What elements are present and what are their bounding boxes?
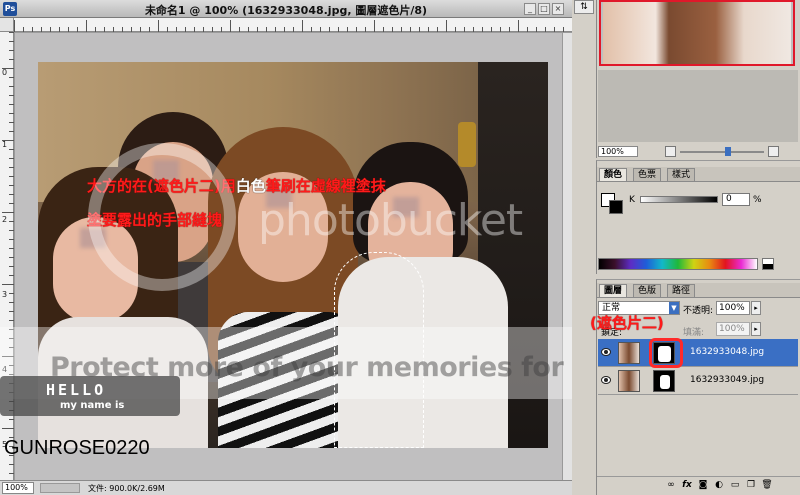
k-channel-field[interactable]: 0 [722, 193, 750, 206]
panel-options-icon[interactable]: ⇅ [574, 0, 594, 14]
k-channel-slider[interactable] [640, 196, 718, 203]
horizontal-ruler-ticks [14, 20, 564, 32]
instruction-red-text: 筆刷在虛線裡塗抹 [265, 177, 386, 195]
mask-highlight-circle [649, 338, 683, 368]
layer-name: 1632933049.jpg [690, 375, 765, 385]
trash-icon[interactable]: 🗑 [761, 479, 773, 491]
navigator-view-box[interactable] [599, 0, 795, 66]
ruler-label: 0 [2, 68, 8, 77]
chevron-down-icon[interactable]: ▼ [669, 302, 679, 314]
ruler-label: 2 [2, 215, 8, 224]
eye-icon[interactable] [601, 376, 611, 384]
link-icon[interactable]: ∞ [665, 479, 677, 491]
tab-styles[interactable]: 樣式 [667, 168, 696, 181]
status-bar: 100% 文件: 900.0K/2.69M [0, 480, 572, 495]
opacity-field[interactable]: 100% [716, 301, 750, 315]
photo-bag [458, 122, 476, 167]
instruction-white-text: 白色 [235, 177, 266, 195]
ruler-label: 1 [2, 140, 8, 149]
tab-layers[interactable]: 圖層 [599, 284, 628, 297]
tab-color[interactable]: 顏色 [599, 168, 628, 181]
layer-row[interactable]: 1632933048.jpg [598, 339, 798, 367]
eye-icon[interactable] [601, 348, 611, 356]
tab-channels[interactable]: 色版 [633, 284, 662, 297]
k-channel-label: K [629, 195, 635, 205]
layers-panel-tabs: 圖層 色版 路徑 [597, 283, 800, 298]
mask-shape [660, 375, 670, 389]
watermark-logo-icon [88, 143, 236, 291]
zoom-field[interactable]: 100% [2, 482, 34, 494]
opacity-label: 不透明: [683, 306, 714, 316]
adjustment-icon[interactable]: ◐ [713, 479, 725, 491]
fill-arrow-icon[interactable]: ▸ [751, 322, 761, 336]
tab-swatches[interactable]: 色票 [633, 168, 662, 181]
tab-paths[interactable]: 路徑 [667, 284, 696, 297]
mask-annotation: (遮色片二) [590, 314, 664, 332]
zoom-in-icon[interactable] [768, 146, 779, 157]
fill-label: 填滿: [683, 328, 705, 338]
horizontal-ruler[interactable] [14, 18, 572, 32]
layer-row[interactable]: 1632933049.jpg [598, 367, 798, 395]
hello-badge-subtitle: my name is [60, 400, 125, 411]
maximize-icon[interactable]: □ [538, 3, 550, 15]
navigator-zoom-field[interactable]: 100% [598, 146, 638, 157]
black-white-swatch[interactable] [762, 258, 774, 270]
vertical-scrollbar[interactable] [562, 33, 572, 480]
ruler-label: 3 [2, 290, 8, 299]
mask-icon[interactable]: ◙ [697, 479, 709, 491]
layer-thumbnail[interactable] [618, 342, 640, 364]
fill-field[interactable]: 100% [716, 322, 750, 336]
navigator-preview-area[interactable] [598, 70, 798, 142]
fx-icon[interactable]: fx [681, 479, 693, 491]
color-panel-tabs: 顏色 色票 樣式 [597, 167, 800, 182]
zoom-out-icon[interactable] [665, 146, 676, 157]
new-layer-icon[interactable]: ❐ [745, 479, 757, 491]
folder-icon[interactable]: ▭ [729, 479, 741, 491]
background-color-swatch[interactable] [609, 200, 623, 214]
document-title: 未命名1 @ 100% (1632933048.jpg, 圖層遮色片/8) [144, 4, 428, 17]
color-spectrum-bar[interactable] [598, 258, 758, 270]
navigator-zoom-slider[interactable] [680, 151, 764, 153]
layer-mask-thumbnail[interactable] [653, 370, 675, 392]
hello-badge-title: HELLO [46, 381, 107, 399]
status-scrollbar[interactable] [40, 483, 80, 493]
navigator-zoom-knob[interactable] [725, 147, 731, 156]
opacity-arrow-icon[interactable]: ▸ [751, 301, 761, 315]
k-channel-unit: % [753, 195, 762, 205]
minimize-icon[interactable]: _ [524, 3, 536, 15]
ruler-origin[interactable] [0, 18, 14, 32]
close-icon[interactable]: × [552, 3, 564, 15]
watermark-brand: photobucket [258, 195, 523, 246]
author-signature: GUNROSE0220 [4, 437, 150, 459]
file-size-readout: 文件: 900.0K/2.69M [88, 484, 165, 493]
layer-thumbnail[interactable] [618, 370, 640, 392]
layer-name: 1632933048.jpg [690, 347, 765, 357]
navigator-thumbnail [603, 2, 791, 64]
